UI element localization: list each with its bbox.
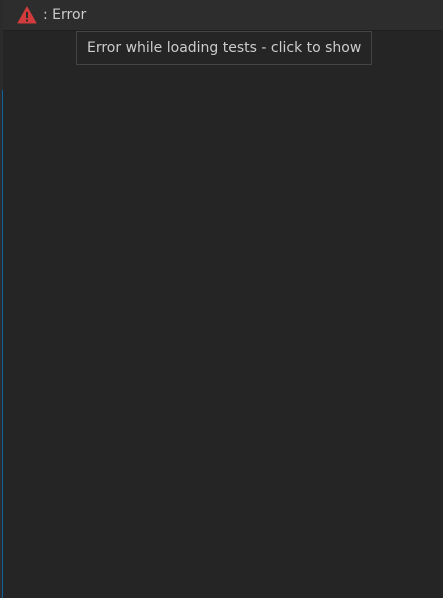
- error-status-label: : Error: [43, 6, 87, 23]
- test-explorer-view: : Error Error while loading tests - clic…: [0, 0, 443, 598]
- error-status-item[interactable]: : Error: [3, 0, 443, 31]
- tests-panel-body: [3, 32, 443, 598]
- warning-triangle-icon: [16, 5, 38, 25]
- error-tooltip[interactable]: Error while loading tests - click to sho…: [76, 31, 373, 65]
